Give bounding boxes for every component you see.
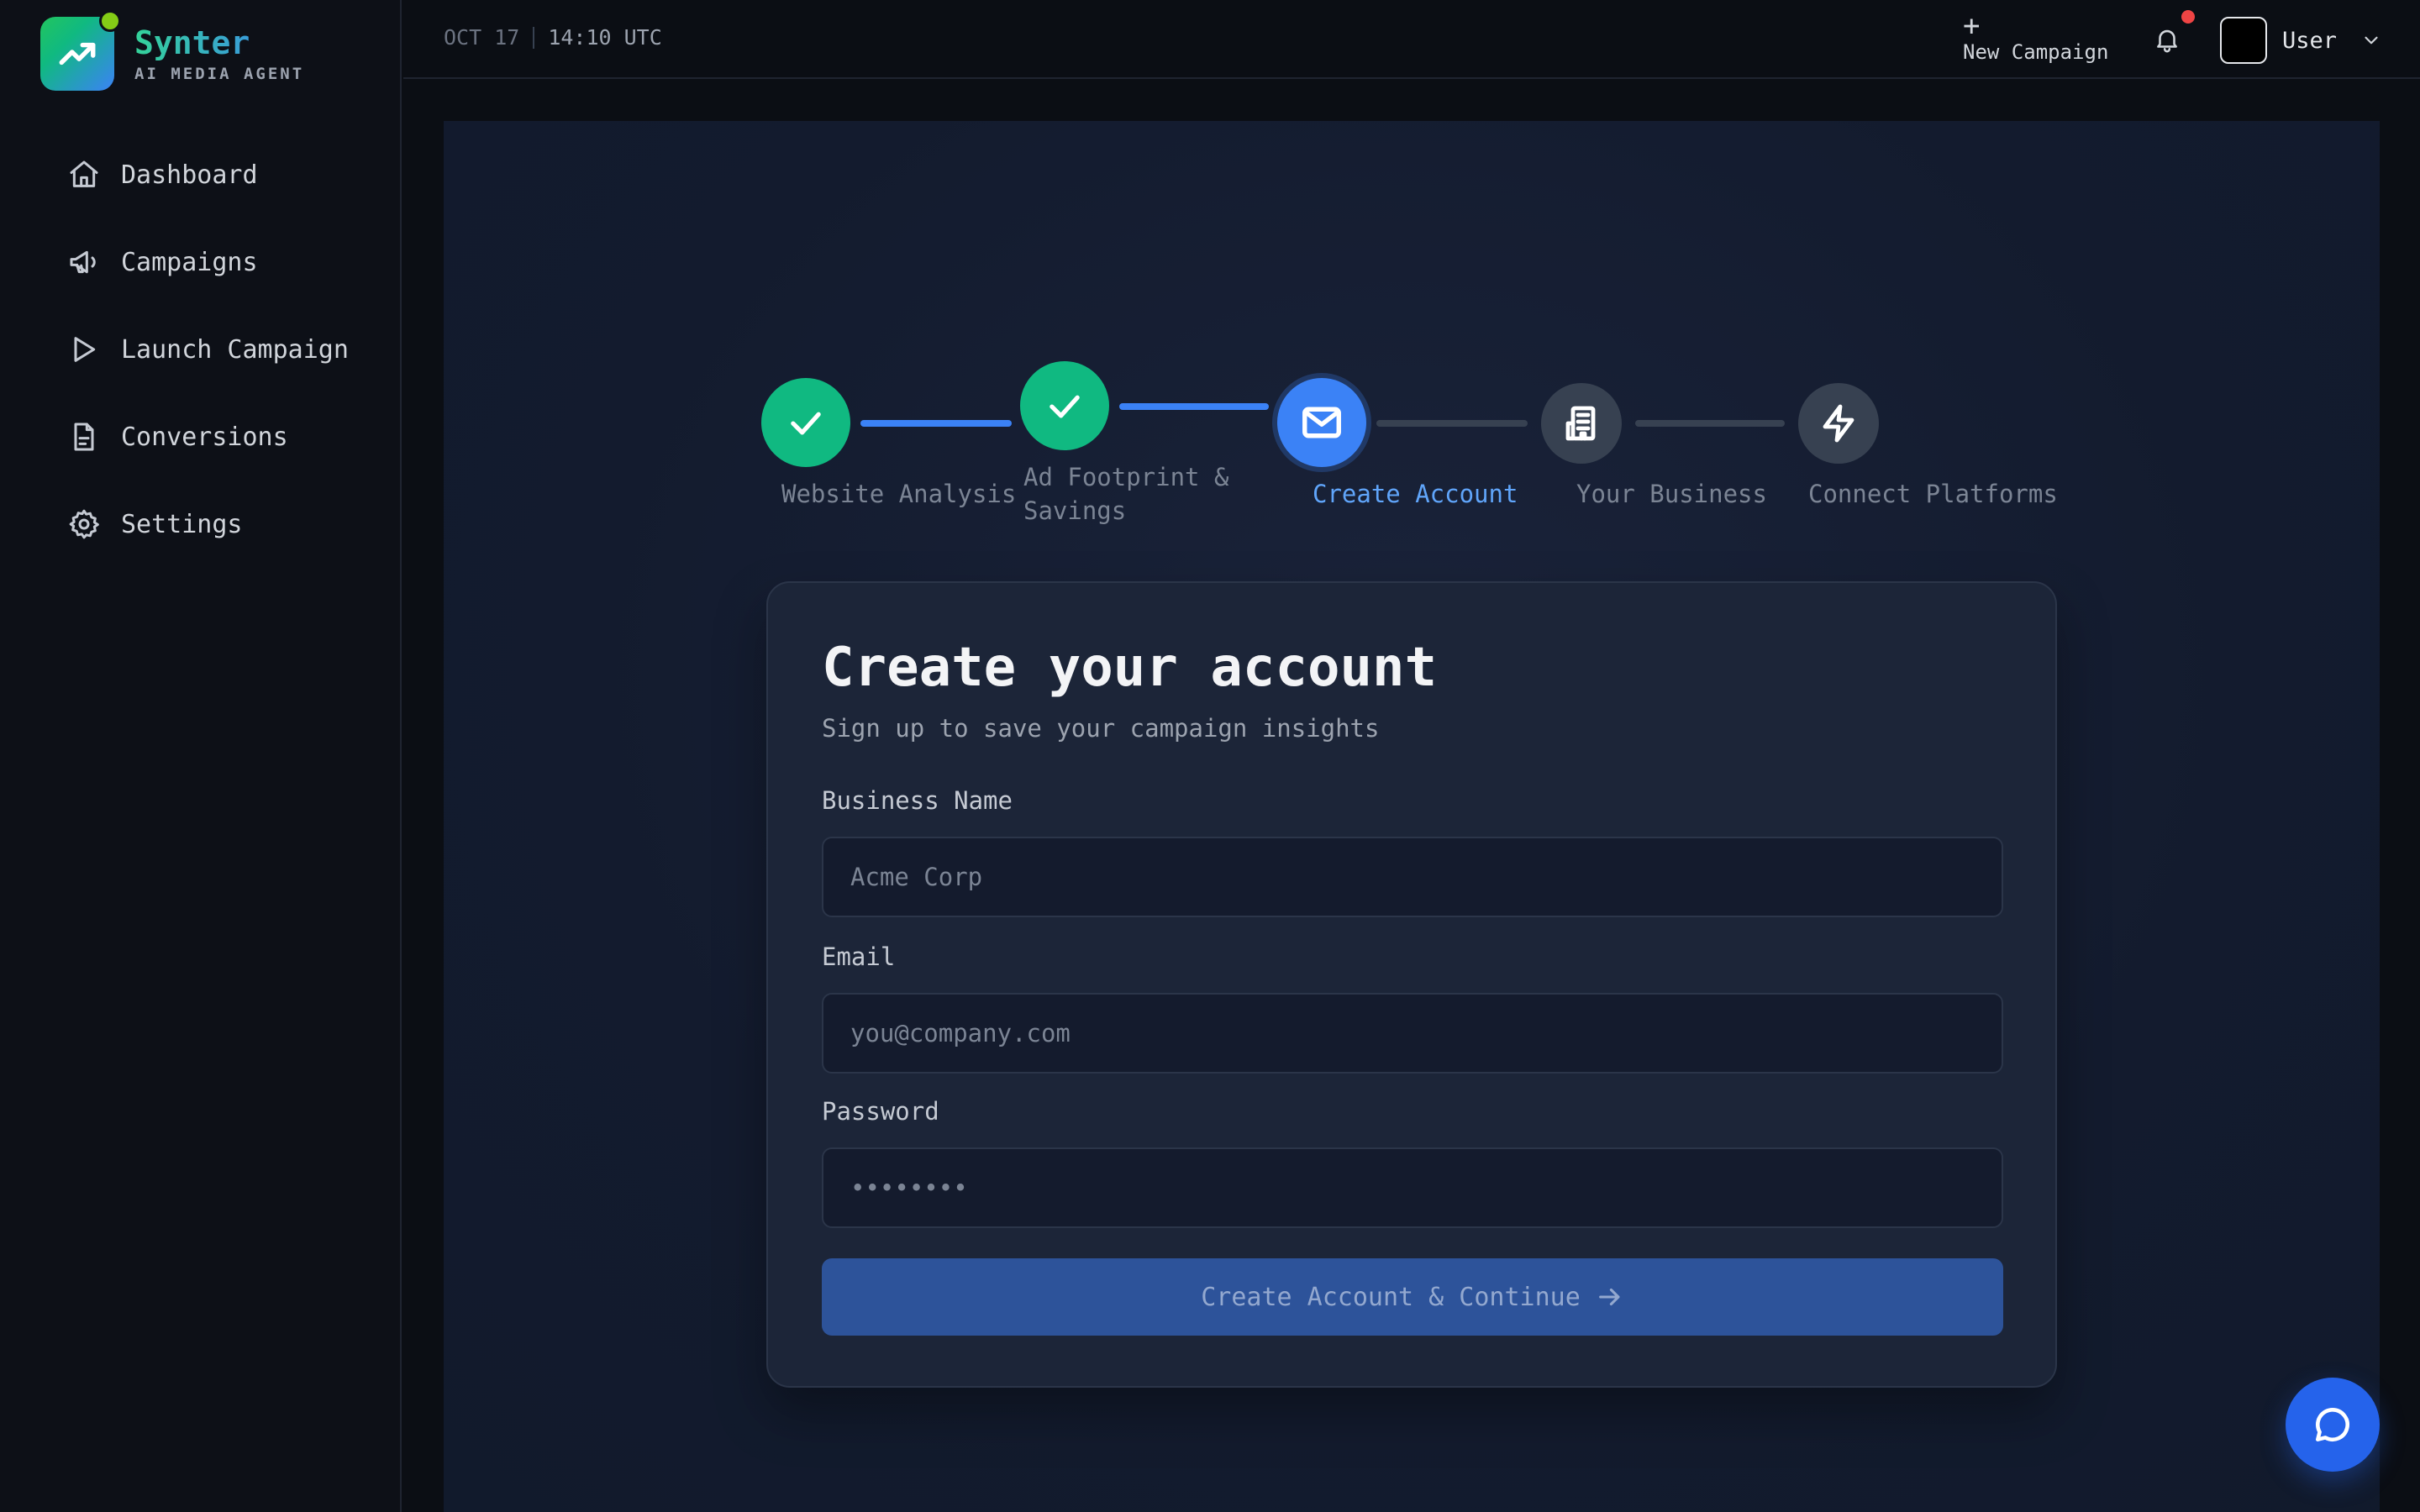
- date-text: OCT 17: [444, 25, 520, 50]
- sidebar: Synter AI MEDIA AGENT Dashboard Campaign…: [0, 0, 402, 1512]
- sidebar-item-label: Settings: [121, 509, 243, 539]
- chat-button[interactable]: [2286, 1378, 2380, 1472]
- step-website-analysis: [761, 378, 850, 467]
- sidebar-item-label: Conversions: [121, 422, 288, 452]
- password-label: Password: [822, 1097, 939, 1126]
- topbar: OCT 17 14:10 UTC + New Campaign User: [403, 0, 2420, 79]
- main-panel: Website Analysis Ad Footprint & Savings …: [444, 121, 2380, 1512]
- step-connector: [860, 420, 1012, 427]
- user-menu[interactable]: User: [2220, 17, 2382, 64]
- business-name-label: Business Name: [822, 786, 1013, 815]
- step-label: Ad Footprint & Savings: [1023, 463, 1229, 525]
- play-icon: [74, 337, 96, 362]
- notification-badge: [2181, 10, 2195, 24]
- step-create-account: [1277, 378, 1366, 467]
- page-subtitle: Sign up to save your campaign insights: [822, 714, 1380, 743]
- plus-icon: +: [1963, 9, 1981, 43]
- create-account-label: Create Account & Continue: [1201, 1282, 1581, 1312]
- gear-icon: [69, 509, 99, 539]
- chat-bubble-icon: [2316, 1407, 2349, 1441]
- document-icon: [74, 423, 94, 451]
- sidebar-item-label: Launch Campaign: [121, 334, 349, 365]
- megaphone-icon: [70, 250, 96, 274]
- arrow-right-icon: [1598, 1288, 1620, 1306]
- datetime: OCT 17 14:10 UTC: [444, 25, 662, 50]
- sidebar-item-label: Campaigns: [121, 247, 258, 277]
- create-account-button[interactable]: Create Account & Continue: [822, 1258, 2003, 1336]
- step-connector: [1119, 403, 1269, 410]
- password-input[interactable]: [822, 1147, 2003, 1228]
- step-label: Connect Platforms: [1808, 480, 2058, 508]
- step-ad-footprint: [1020, 361, 1109, 450]
- divider: [533, 26, 535, 49]
- sidebar-item-launch-campaign[interactable]: Launch Campaign: [0, 316, 402, 383]
- chevron-down-icon: [2360, 29, 2382, 51]
- app-root: Synter AI MEDIA AGENT Dashboard Campaign…: [0, 0, 2420, 1512]
- sidebar-item-dashboard[interactable]: Dashboard: [0, 141, 402, 208]
- mail-icon: [1302, 407, 1341, 438]
- step-label: Website Analysis: [781, 480, 1017, 508]
- sidebar-item-settings[interactable]: Settings: [0, 491, 402, 558]
- sidebar-item-conversions[interactable]: Conversions: [0, 403, 402, 470]
- sidebar-item-label: Dashboard: [121, 160, 258, 190]
- step-your-business: [1541, 383, 1622, 464]
- brand[interactable]: Synter AI MEDIA AGENT: [40, 10, 305, 91]
- signup-card: Create your account Sign up to save your…: [766, 581, 2057, 1388]
- check-icon: [791, 412, 821, 435]
- email-input[interactable]: [822, 993, 2003, 1074]
- user-name: User: [2282, 27, 2338, 54]
- brand-tagline: AI MEDIA AGENT: [134, 65, 305, 83]
- brand-name: Synter: [134, 24, 304, 61]
- new-campaign-button[interactable]: + New Campaign: [1963, 12, 2108, 64]
- page-title: Create your account: [822, 637, 1438, 699]
- building-icon: [1565, 406, 1596, 441]
- step-connect-platforms: [1798, 383, 1879, 464]
- step-label: Your Business: [1576, 480, 1767, 508]
- notifications-button[interactable]: [2153, 10, 2195, 55]
- bell-icon: [2157, 29, 2177, 53]
- new-campaign-label: New Campaign: [1963, 40, 2109, 64]
- trending-up-icon: [40, 10, 121, 91]
- business-name-input[interactable]: [822, 837, 2003, 917]
- step-connector: [1635, 420, 1785, 427]
- step-label: Create Account: [1313, 480, 1518, 508]
- sidebar-item-campaigns[interactable]: Campaigns: [0, 228, 402, 296]
- sidebar-nav: Dashboard Campaigns Launch Campaign Conv…: [0, 141, 402, 578]
- email-label: Email: [822, 942, 896, 971]
- status-dot: [99, 10, 121, 32]
- avatar: [2220, 17, 2267, 64]
- step-connector: [1376, 420, 1528, 427]
- time-text: 14:10 UTC: [548, 25, 662, 50]
- check-icon: [1050, 395, 1080, 418]
- lightning-icon: [1823, 404, 1854, 443]
- home-icon: [70, 160, 98, 187]
- onboarding-stepper: Website Analysis Ad Footprint & Savings …: [444, 121, 2380, 541]
